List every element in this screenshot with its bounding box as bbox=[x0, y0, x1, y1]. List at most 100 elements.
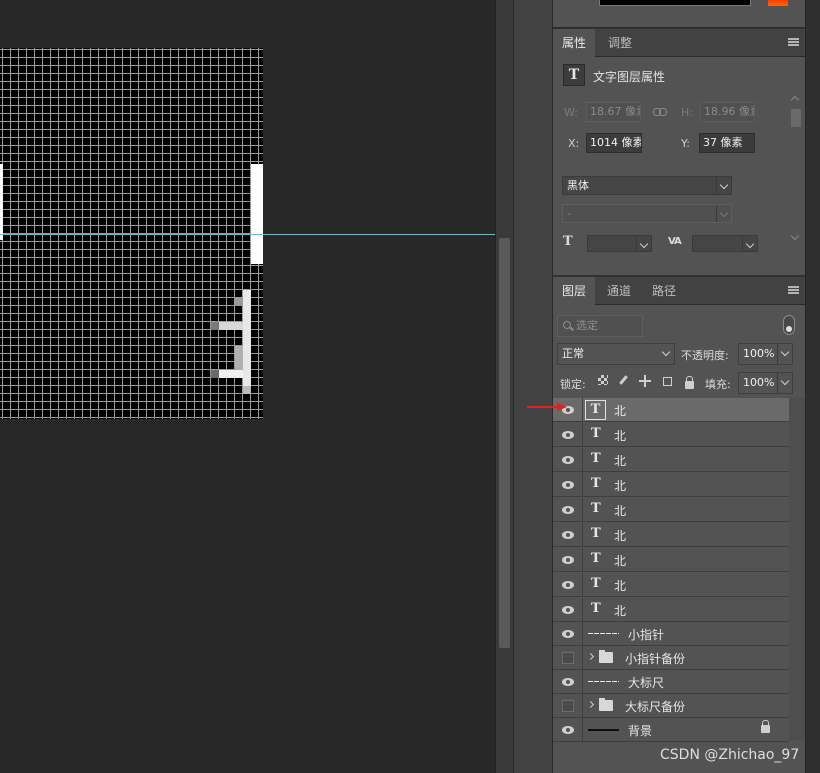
color-ramp[interactable] bbox=[599, 0, 751, 6]
width-field[interactable]: 18.67 像素 bbox=[586, 102, 641, 122]
search-icon bbox=[563, 321, 571, 329]
color-swatch[interactable] bbox=[768, 0, 788, 6]
filter-toggle[interactable] bbox=[783, 315, 795, 335]
hidden-visibility-box[interactable] bbox=[562, 652, 574, 664]
layer-row[interactable]: T 北 bbox=[553, 448, 789, 472]
layer-filter-dropdown[interactable]: 选定 bbox=[557, 315, 643, 337]
layer-name[interactable]: 背景 bbox=[628, 722, 652, 739]
eye-icon[interactable] bbox=[562, 630, 574, 638]
lock-move-icon[interactable] bbox=[639, 375, 651, 387]
layer-name[interactable]: 北 bbox=[614, 602, 626, 619]
height-field[interactable]: 18.96 像素 bbox=[700, 102, 755, 122]
layer-row[interactable]: T 北 bbox=[553, 523, 789, 547]
panel-menu-icon[interactable] bbox=[788, 38, 799, 46]
lock-all-icon[interactable] bbox=[684, 376, 696, 389]
chevron-down-icon bbox=[742, 236, 757, 251]
layer-row[interactable]: T 北 bbox=[553, 598, 789, 622]
layer-row[interactable]: T 北 bbox=[553, 473, 789, 497]
hidden-visibility-box[interactable] bbox=[562, 700, 574, 712]
opacity-field[interactable]: 100% bbox=[738, 343, 793, 365]
group-row[interactable]: 大标尺备份 bbox=[553, 694, 789, 718]
fill-value: 100% bbox=[743, 376, 775, 389]
eye-icon[interactable] bbox=[562, 556, 574, 564]
link-icon[interactable] bbox=[653, 108, 667, 116]
scroll-down-arrow-icon[interactable] bbox=[790, 231, 800, 241]
properties-title: 文字图层属性 bbox=[593, 70, 666, 84]
layer-row[interactable]: 大标尺 bbox=[553, 670, 789, 694]
eye-icon[interactable] bbox=[562, 506, 574, 514]
eye-icon[interactable] bbox=[562, 456, 574, 464]
layer-row[interactable]: 小指针 bbox=[553, 622, 789, 646]
eye-icon[interactable] bbox=[562, 581, 574, 589]
font-size-dropdown[interactable] bbox=[587, 235, 652, 252]
lock-brush-icon[interactable] bbox=[617, 375, 629, 387]
left-white-bar bbox=[0, 164, 3, 240]
font-style-dropdown[interactable]: - bbox=[562, 204, 732, 223]
y-field[interactable]: 37 像素 bbox=[699, 133, 755, 153]
glyph-pixel bbox=[235, 346, 243, 370]
eye-icon[interactable] bbox=[562, 431, 574, 439]
scroll-up-arrow-icon[interactable] bbox=[790, 95, 800, 105]
layer-name[interactable]: 北 bbox=[614, 502, 626, 519]
y-label: Y: bbox=[681, 137, 690, 150]
layer-row[interactable]: T 北 bbox=[553, 423, 789, 447]
layer-name[interactable]: 北 bbox=[614, 527, 626, 544]
panel-menu-icon[interactable] bbox=[788, 286, 799, 294]
fill-field[interactable]: 100% bbox=[738, 372, 793, 394]
dashed-line-thumbnail bbox=[588, 633, 619, 634]
layer-row[interactable]: T 北 bbox=[553, 548, 789, 572]
canvas-area[interactable] bbox=[0, 0, 495, 773]
x-field[interactable]: 1014 像素 bbox=[586, 133, 642, 153]
layer-name[interactable]: 北 bbox=[614, 427, 626, 444]
layer-name[interactable]: 大标尺备份 bbox=[625, 698, 685, 715]
tab-adjustments[interactable]: 调整 bbox=[599, 29, 641, 57]
layer-row-background[interactable]: 背景 bbox=[553, 718, 789, 742]
eye-icon[interactable] bbox=[562, 481, 574, 489]
fill-label: 填充: bbox=[705, 378, 731, 391]
tracking-icon: VA bbox=[668, 236, 682, 247]
eye-icon[interactable] bbox=[562, 606, 574, 614]
lock-transparency-icon[interactable] bbox=[598, 375, 608, 385]
layer-name[interactable]: 北 bbox=[614, 477, 626, 494]
panel-edge-strip bbox=[805, 0, 820, 773]
layers-scrollbar[interactable] bbox=[789, 398, 805, 740]
eye-icon[interactable] bbox=[562, 678, 574, 686]
lock-artboard-icon[interactable] bbox=[661, 375, 673, 387]
layer-row[interactable]: T 北 bbox=[553, 498, 789, 522]
text-layer-icon: T bbox=[591, 476, 601, 491]
red-arrow-annotation bbox=[527, 403, 567, 411]
text-layer-icon: T bbox=[591, 526, 601, 541]
layer-name[interactable]: 北 bbox=[614, 552, 626, 569]
layer-name[interactable]: 大标尺 bbox=[628, 674, 664, 691]
tab-channels[interactable]: 通道 bbox=[598, 277, 640, 305]
cyan-guide-line[interactable] bbox=[0, 234, 495, 235]
canvas-vertical-scrollbar[interactable] bbox=[495, 0, 513, 773]
blend-mode-dropdown[interactable]: 正常 bbox=[557, 343, 675, 365]
eye-icon[interactable] bbox=[562, 726, 574, 734]
eye-icon[interactable] bbox=[562, 531, 574, 539]
chevron-right-icon[interactable] bbox=[586, 700, 595, 709]
layer-row[interactable]: T 北 bbox=[553, 573, 789, 597]
layer-name[interactable]: 北 bbox=[614, 452, 626, 469]
tab-paths[interactable]: 路径 bbox=[643, 277, 685, 305]
tab-properties[interactable]: 属性 bbox=[553, 29, 596, 57]
group-row[interactable]: 小指针备份 bbox=[553, 646, 789, 670]
blend-mode-value: 正常 bbox=[562, 347, 584, 360]
properties-scroll-thumb[interactable] bbox=[791, 109, 801, 127]
font-family-dropdown[interactable]: 黑体 bbox=[562, 176, 732, 195]
layer-name[interactable]: 小指针备份 bbox=[625, 650, 685, 667]
text-layer-icon: T bbox=[591, 576, 601, 591]
properties-scrollbar[interactable] bbox=[789, 93, 803, 243]
layer-name[interactable]: 北 bbox=[614, 577, 626, 594]
scrollbar-thumb[interactable] bbox=[499, 238, 510, 648]
layer-name[interactable]: 北 bbox=[614, 402, 626, 419]
layer-row-selected[interactable]: T 北 bbox=[553, 398, 789, 422]
dashed-line-thumbnail bbox=[588, 681, 619, 682]
w-label: W: bbox=[564, 106, 578, 119]
chevron-down-icon bbox=[636, 236, 651, 251]
tracking-dropdown[interactable] bbox=[692, 235, 758, 252]
chevron-right-icon[interactable] bbox=[586, 652, 595, 661]
layer-name[interactable]: 小指针 bbox=[628, 626, 664, 643]
chevron-down-icon bbox=[716, 205, 731, 222]
tab-layers[interactable]: 图层 bbox=[553, 277, 596, 305]
